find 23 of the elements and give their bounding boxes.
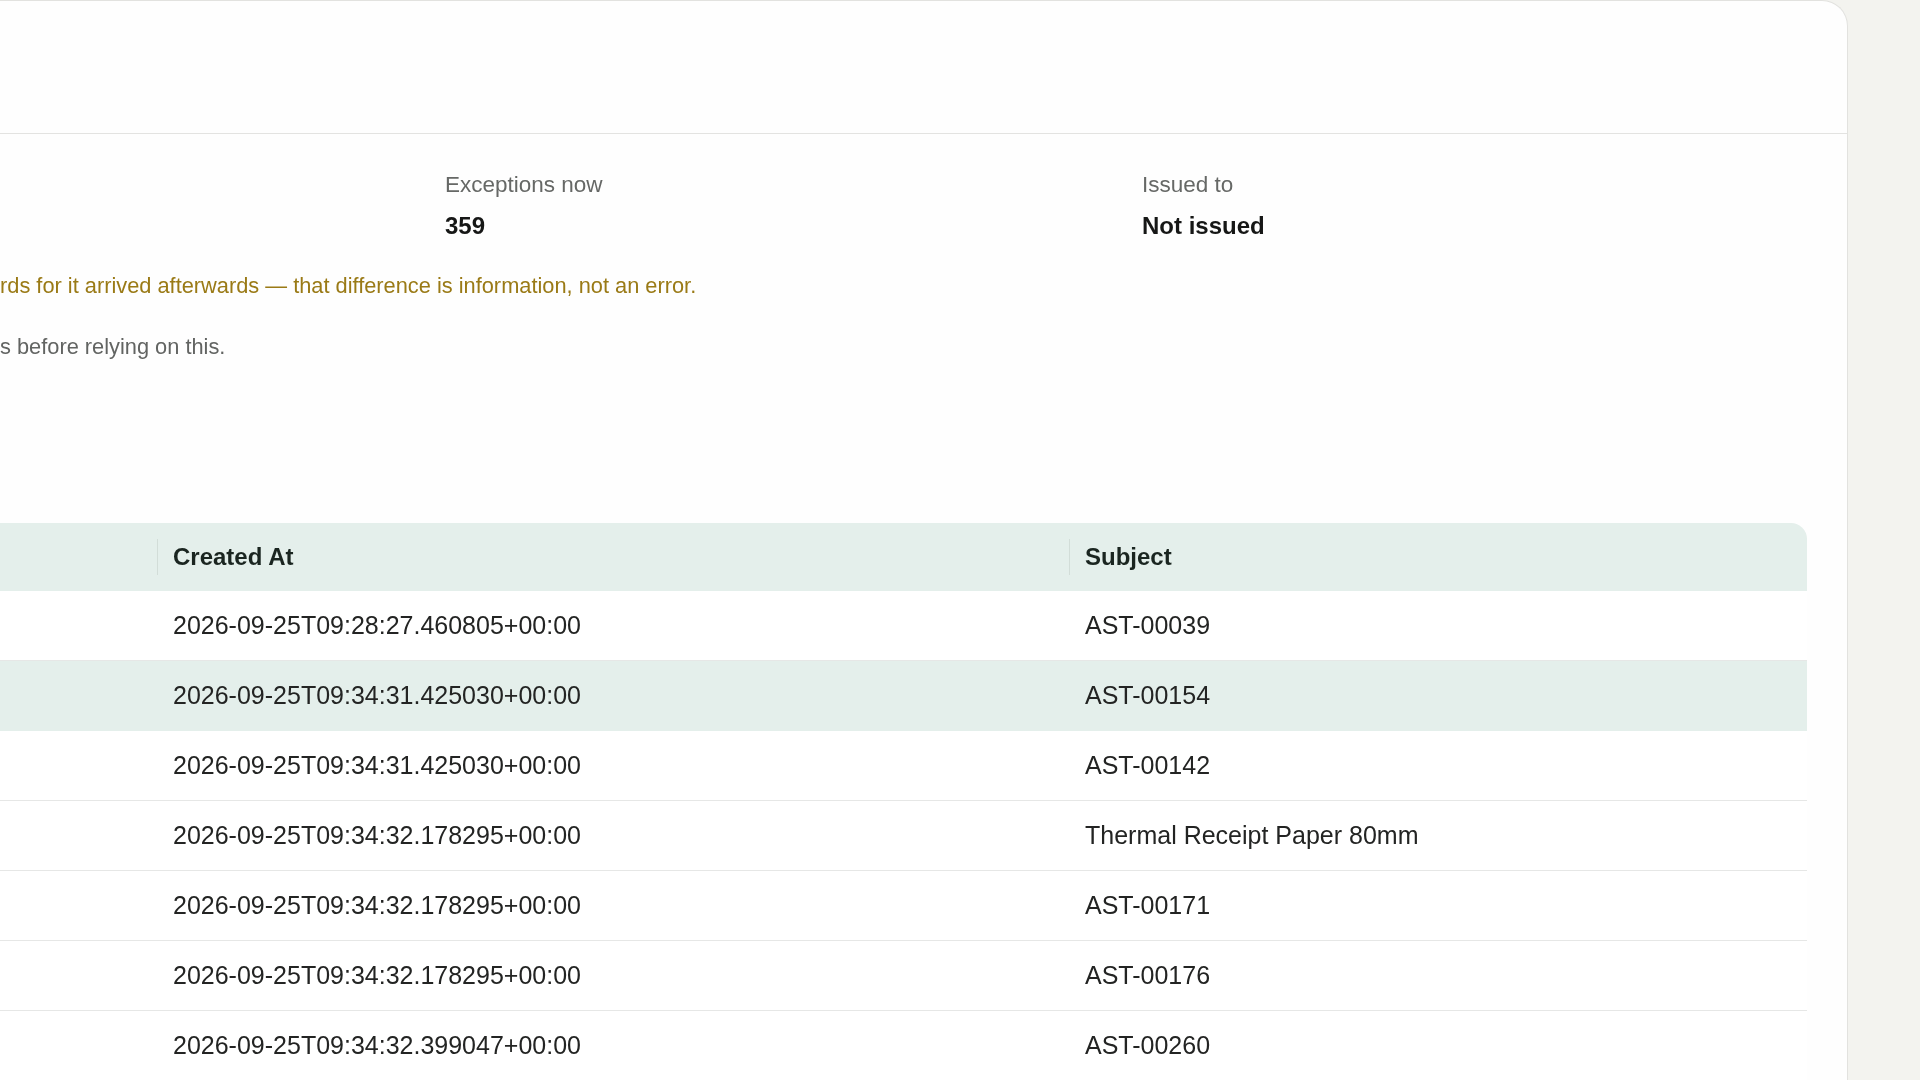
- stat-label: Exceptions now: [445, 171, 603, 199]
- column-header: Subject: [1069, 523, 1807, 591]
- table-row[interactable]: 2026-09-25T09:34:31.425030+00:00 AST-00154: [0, 661, 1807, 731]
- table-cell-text: 2026-09-25T09:34:32.399047+00:00: [172, 1030, 582, 1061]
- table-cell-text: AST-00039: [1084, 610, 1212, 641]
- table-cell-text: 2026-09-25T09:34:32.178295+00:00: [172, 820, 582, 851]
- table-cell-text: Thermal Receipt Paper 80mm: [1084, 820, 1420, 851]
- note-text: s before relying on this.: [0, 333, 226, 361]
- stat-value: Not issued: [1142, 211, 1265, 241]
- stat-label: Issued to: [1142, 171, 1234, 199]
- table-cell-text: 2026-09-25T09:28:27.460805+00:00: [172, 610, 582, 641]
- table-cell-text: AST-00176: [1084, 960, 1212, 991]
- warning-text: rds for it arrived afterwards — that difference is information, not an error.: [0, 272, 697, 300]
- table-cell-text: AST-00260: [1084, 1030, 1212, 1061]
- table-cell-text: 2026-09-25T09:34:32.178295+00:00: [172, 890, 582, 921]
- table-cell-text: 2026-09-25T09:34:31.425030+00:00: [172, 680, 582, 711]
- table-cell-text: 2026-09-25T09:34:32.178295+00:00: [172, 960, 582, 991]
- table-cell-text: AST-00154: [1084, 680, 1212, 711]
- table-cell-text: AST-00142: [1084, 750, 1212, 781]
- table-cell-text: AST-00171: [1084, 890, 1212, 921]
- table-cell-text: 2026-09-25T09:34:31.425030+00:00: [172, 750, 582, 781]
- column-header: Created At: [157, 523, 1069, 591]
- stat-value: 359: [445, 211, 486, 241]
